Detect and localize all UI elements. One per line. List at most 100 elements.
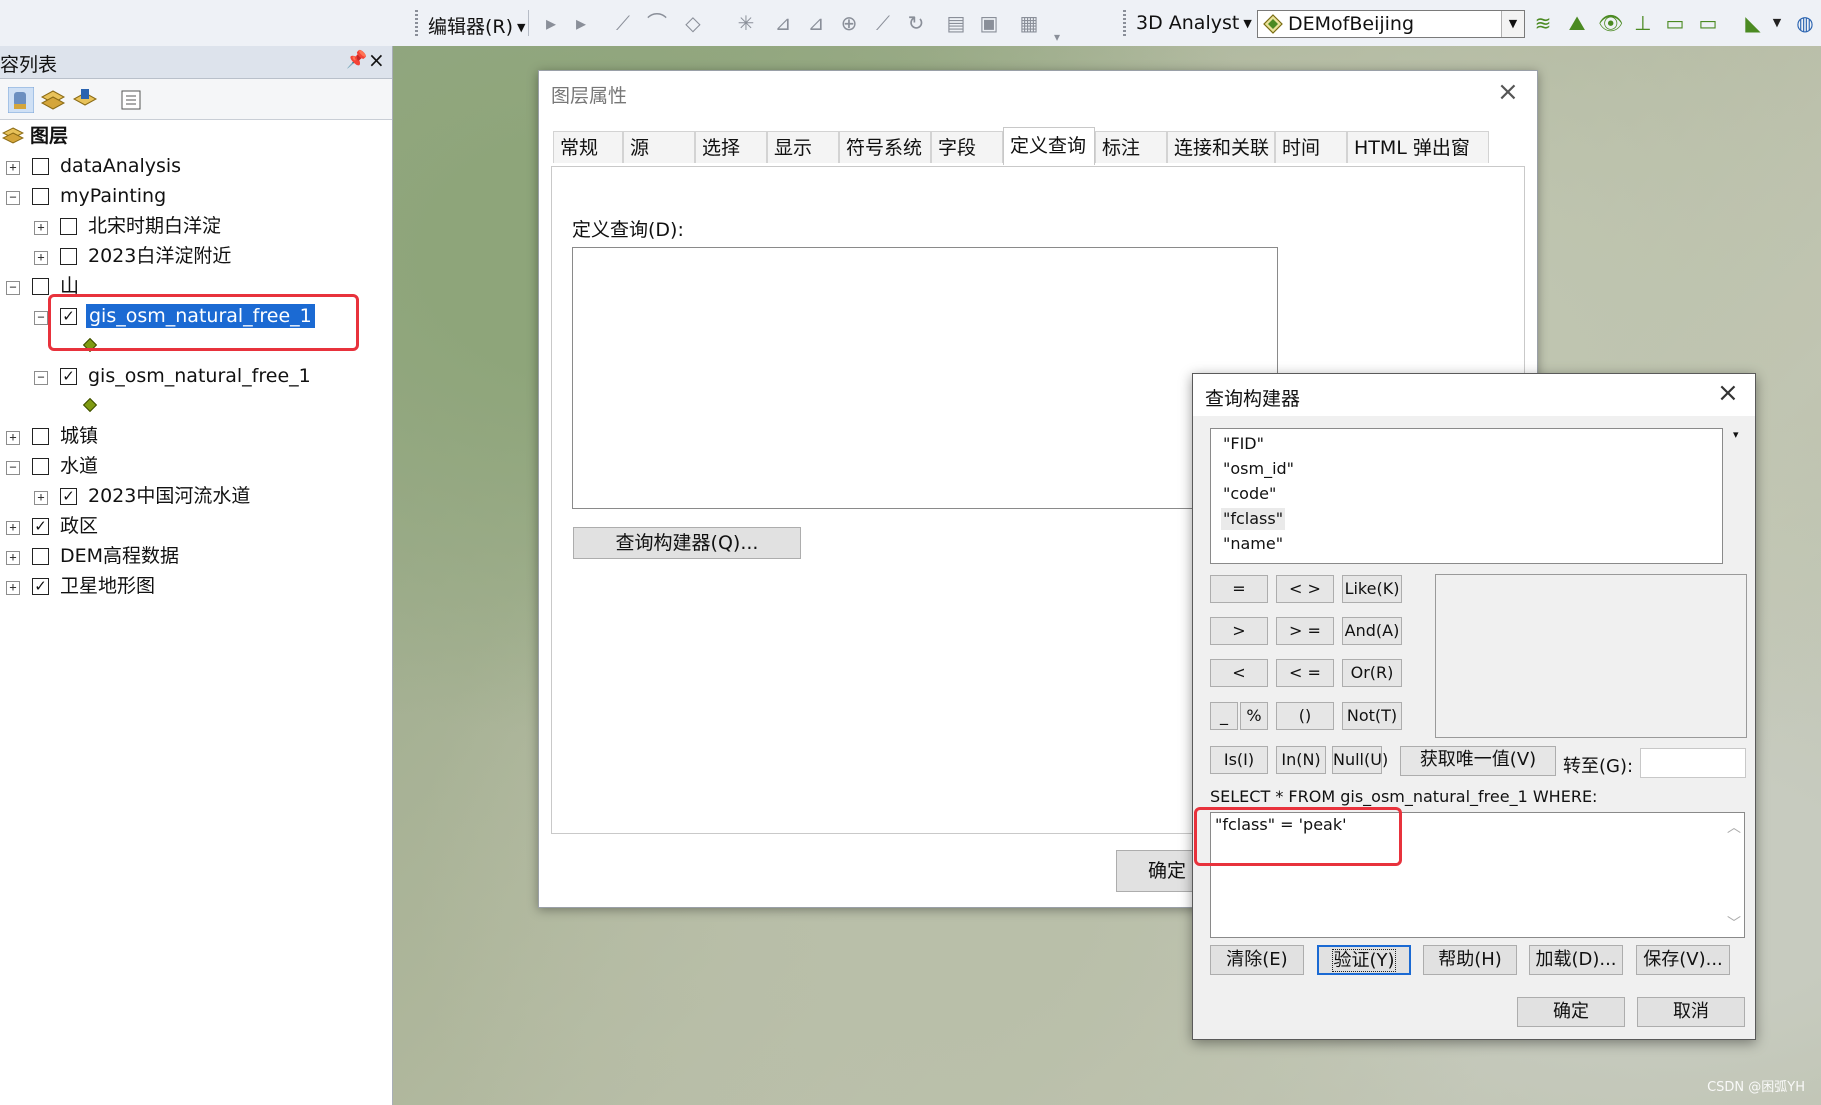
edit-vertices-icon[interactable]: ⊿ [772,12,794,34]
close-icon[interactable]: × [1497,77,1519,107]
split-tool-icon[interactable]: ✳ [735,12,757,34]
expand-icon[interactable]: + [34,491,48,505]
visibility-checkbox[interactable] [32,158,49,175]
cut-polygons-icon[interactable]: ⊕ [838,12,860,34]
visibility-checkbox[interactable]: ✓ [32,578,49,595]
expand-icon[interactable]: + [34,221,48,235]
tab-source[interactable]: 源 [623,131,695,163]
list-item[interactable]: "FID" [1221,433,1266,455]
expand-icon[interactable]: + [6,551,20,565]
collapse-icon[interactable]: − [34,371,48,385]
expand-icon[interactable]: + [6,431,20,445]
scroll-arrow-icon[interactable]: ▾ [1733,428,1739,441]
greater-equal-button[interactable]: > = [1276,617,1334,645]
visibility-checkbox[interactable] [60,218,77,235]
toolbar-grip[interactable] [415,10,418,36]
expand-icon[interactable]: + [6,521,20,535]
tree-item[interactable]: − ✓ gis_osm_natural_free_1 [0,364,390,392]
underscore-button[interactable]: _ [1210,702,1238,730]
toolbar-grip[interactable] [1123,10,1126,36]
visibility-checkbox[interactable] [60,248,77,265]
collapse-icon[interactable]: − [6,461,20,475]
tree-item[interactable]: + ✓ 卫星地形图 [0,574,390,602]
tree-item[interactable]: + DEM高程数据 [0,544,390,572]
greater-than-button[interactable]: > [1210,617,1268,645]
options-list-icon[interactable] [118,87,144,113]
globe-icon[interactable]: ◍ [1794,12,1816,34]
toolbar-overflow-icon[interactable]: ▾ [1046,26,1068,48]
equals-button[interactable]: = [1210,575,1268,603]
visibility-checkbox[interactable] [32,278,49,295]
in-button[interactable]: In(N) [1276,746,1326,774]
close-icon[interactable]: × [368,48,385,72]
tab-definition-query[interactable]: 定义查询 [1003,127,1095,165]
load-button[interactable]: 加载(D)... [1529,945,1623,975]
tree-item[interactable]: + 北宋时期白洋淀 [0,214,390,242]
create-features-icon[interactable]: ▦ [1018,12,1040,34]
less-than-button[interactable]: < [1210,659,1268,687]
save-button[interactable]: 保存(V)... [1636,945,1730,975]
like-button[interactable]: Like(K) [1342,575,1402,603]
steepest-path-icon[interactable]: ⛰ [1566,12,1588,34]
list-item[interactable]: "code" [1221,483,1278,505]
or-button[interactable]: Or(R) [1342,659,1402,687]
is-button[interactable]: Is(I) [1210,746,1268,774]
visibility-checkbox[interactable] [32,188,49,205]
interpolate-line-icon[interactable]: ▭ [1664,12,1686,34]
straight-segment-icon[interactable]: ⟋ [612,12,634,34]
list-by-drawing-order-icon[interactable] [8,87,34,113]
vertical-scrollbar[interactable]: ︿ ﹀ [1724,813,1744,937]
null-button[interactable]: Null(U) [1332,746,1388,774]
list-by-visibility-icon[interactable] [72,87,98,113]
tab-display[interactable]: 显示 [767,131,839,163]
definition-query-textarea[interactable] [572,247,1278,509]
and-button[interactable]: And(A) [1342,617,1402,645]
tree-root[interactable]: 图层 [0,124,390,152]
edit-annotation-icon[interactable]: ▸ [570,12,592,34]
sketch-properties-icon[interactable]: ▣ [978,12,1000,34]
3d-analyst-menu[interactable]: 3D Analyst ▼ [1136,12,1252,34]
visibility-checkbox[interactable]: ✓ [60,488,77,505]
point-symbol-icon[interactable] [82,397,98,413]
list-by-source-icon[interactable] [40,87,66,113]
cancel-button[interactable]: 取消 [1637,997,1745,1027]
list-item[interactable]: "osm_id" [1221,458,1296,480]
tab-selection[interactable]: 选择 [695,131,767,163]
contour-icon[interactable]: ≋ [1532,12,1554,34]
point-tool-icon[interactable]: ◇ [682,12,704,34]
tab-labels[interactable]: 标注 [1095,131,1167,163]
tree-item[interactable]: + dataAnalysis [0,154,390,182]
visibility-checkbox[interactable] [32,458,49,475]
pin-icon[interactable]: 📌 [346,50,367,70]
get-unique-values-button[interactable]: 获取唯一值(V) [1400,746,1556,776]
tree-item[interactable]: + 2023白洋淀附近 [0,244,390,272]
reshape-icon[interactable]: ⊿ [805,12,827,34]
expand-icon[interactable]: + [6,161,20,175]
collapse-icon[interactable]: − [6,281,20,295]
tab-general[interactable]: 常规 [553,131,623,163]
interpolate-point-icon[interactable]: ⊥ [1632,12,1654,34]
tree-item[interactable]: + ✓ 政区 [0,514,390,542]
tab-fields[interactable]: 字段 [931,131,1003,163]
tree-item[interactable]: − myPainting [0,184,390,212]
not-button[interactable]: Not(T) [1342,702,1402,730]
list-item[interactable]: "name" [1221,533,1285,555]
tab-joins-relates[interactable]: 连接和关联 [1167,131,1275,163]
chevron-down-icon[interactable]: ▼ [1766,12,1788,34]
clear-button[interactable]: 清除(E) [1210,945,1304,975]
edit-tool-icon[interactable]: ▸ [540,12,562,34]
expand-icon[interactable]: + [34,251,48,265]
tree-item[interactable]: − 水道 [0,454,390,482]
tree-item[interactable]: + ✓ 2023中国河流水道 [0,484,390,512]
tab-time[interactable]: 时间 [1275,131,1347,163]
parens-button[interactable]: () [1276,702,1334,730]
visibility-checkbox[interactable]: ✓ [60,368,77,385]
attributes-icon[interactable]: ▤ [945,12,967,34]
expand-icon[interactable]: + [6,581,20,595]
chevron-down-icon[interactable]: ▼ [1501,11,1524,37]
close-icon[interactable]: × [1717,378,1739,408]
tree-item[interactable]: + 城镇 [0,424,390,452]
tab-html-popup[interactable]: HTML 弹出窗口 [1347,131,1489,191]
editor-menu[interactable]: 编辑器(R) ▼ [428,12,526,39]
layer-combo[interactable]: DEMofBeijing ▼ [1257,10,1525,38]
